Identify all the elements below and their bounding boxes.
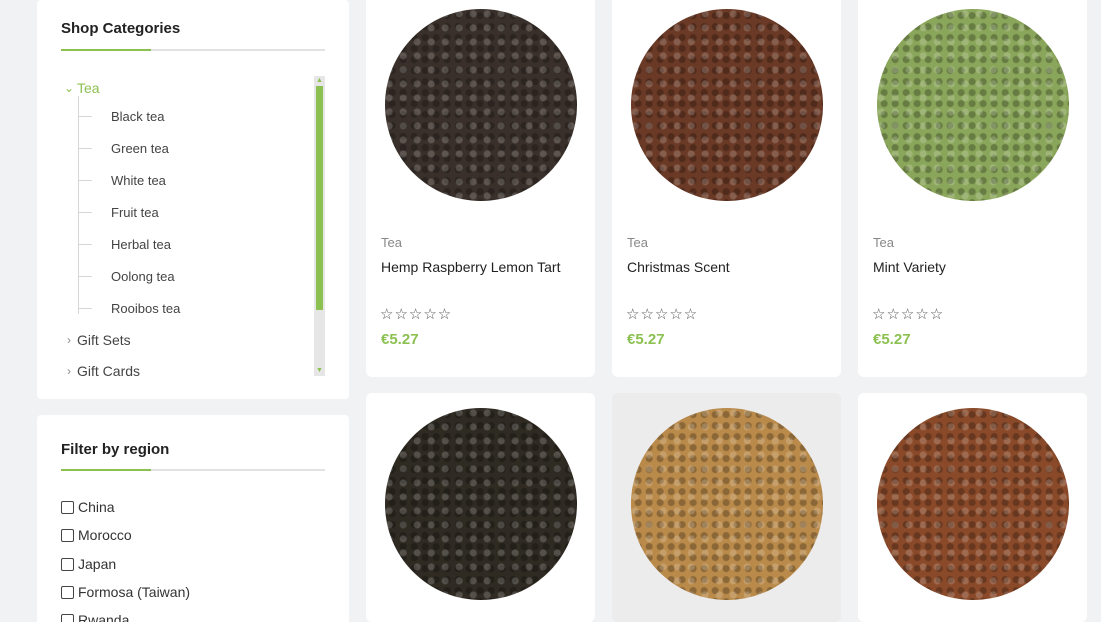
category-tea[interactable]: ⌄ Tea bbox=[61, 80, 100, 96]
product-price: €5.27 bbox=[873, 331, 911, 348]
region-filter-title: Filter by region bbox=[61, 441, 170, 458]
title-accent-bar bbox=[61, 49, 151, 51]
tea-leaf-image bbox=[384, 9, 577, 201]
region-option-china[interactable]: China bbox=[61, 499, 115, 515]
product-name[interactable]: Mint Variety bbox=[873, 259, 946, 275]
product-card[interactable]: Tea Christmas Scent ☆☆☆☆☆ €5.27 bbox=[612, 0, 841, 377]
tea-leaf-image bbox=[876, 408, 1069, 600]
title-divider bbox=[61, 469, 325, 471]
title-divider bbox=[61, 49, 325, 51]
product-name[interactable]: Christmas Scent bbox=[627, 259, 730, 275]
next-column-edge bbox=[1101, 0, 1106, 622]
product-card[interactable]: Tea Hemp Raspberry Lemon Tart ☆☆☆☆☆ €5.2… bbox=[366, 0, 595, 377]
product-card[interactable] bbox=[366, 393, 595, 622]
region-filter-panel: Filter by region China Morocco Japan For… bbox=[37, 415, 349, 622]
tea-leaf-image bbox=[630, 9, 823, 201]
star-rating-icon: ☆☆☆☆☆ bbox=[380, 306, 453, 323]
scroll-down-arrow-icon[interactable]: ▼ bbox=[314, 366, 325, 376]
region-option-japan[interactable]: Japan bbox=[61, 556, 116, 572]
title-accent-bar bbox=[61, 469, 151, 471]
product-image[interactable] bbox=[366, 0, 595, 216]
product-category[interactable]: Tea bbox=[627, 235, 648, 250]
subcategory-green-tea[interactable]: Green tea bbox=[78, 141, 169, 156]
subcategory-fruit-tea[interactable]: Fruit tea bbox=[78, 205, 159, 220]
category-gift-sets[interactable]: › Gift Sets bbox=[61, 332, 131, 348]
product-image[interactable] bbox=[612, 0, 841, 216]
chevron-right-icon: › bbox=[67, 364, 71, 376]
category-gift-cards[interactable]: › Gift Cards bbox=[61, 363, 140, 376]
product-price: €5.27 bbox=[381, 331, 419, 348]
product-card[interactable]: Tea Mint Variety ☆☆☆☆☆ €5.27 bbox=[858, 0, 1087, 377]
product-image[interactable] bbox=[858, 0, 1087, 216]
subcategory-oolong-tea[interactable]: Oolong tea bbox=[78, 269, 175, 284]
product-card[interactable] bbox=[612, 393, 841, 622]
checkbox[interactable] bbox=[61, 585, 74, 599]
subcategory-rooibos-tea[interactable]: Rooibos tea bbox=[78, 301, 180, 316]
category-scrollbar[interactable]: ▲ ▼ bbox=[314, 76, 325, 376]
product-price: €5.27 bbox=[627, 331, 665, 348]
tea-leaf-image bbox=[876, 9, 1069, 201]
scrollbar-thumb[interactable] bbox=[316, 86, 323, 310]
star-rating-icon: ☆☆☆☆☆ bbox=[626, 306, 699, 323]
checkbox[interactable] bbox=[61, 613, 74, 622]
product-category[interactable]: Tea bbox=[873, 235, 894, 250]
product-card[interactable] bbox=[858, 393, 1087, 622]
region-option-rwanda[interactable]: Rwanda bbox=[61, 612, 129, 622]
category-tea-label: Tea bbox=[77, 80, 100, 96]
checkbox[interactable] bbox=[61, 557, 74, 571]
shop-categories-panel: Shop Categories ⌄ Tea Black tea Green te… bbox=[37, 0, 349, 399]
product-image[interactable] bbox=[612, 393, 841, 615]
product-image[interactable] bbox=[858, 393, 1087, 615]
shop-categories-title: Shop Categories bbox=[61, 20, 181, 37]
category-tree: ⌄ Tea Black tea Green tea White tea Frui… bbox=[61, 76, 311, 376]
region-option-formosa[interactable]: Formosa (Taiwan) bbox=[61, 584, 190, 600]
scroll-up-arrow-icon[interactable]: ▲ bbox=[314, 76, 325, 86]
tea-leaf-image bbox=[630, 408, 823, 600]
product-image[interactable] bbox=[366, 393, 595, 615]
star-rating-icon: ☆☆☆☆☆ bbox=[872, 306, 945, 323]
checkbox[interactable] bbox=[61, 528, 74, 542]
checkbox[interactable] bbox=[61, 500, 74, 514]
chevron-right-icon: › bbox=[67, 333, 71, 347]
chevron-down-icon: ⌄ bbox=[63, 81, 75, 95]
tea-leaf-image bbox=[384, 408, 577, 600]
subcategory-black-tea[interactable]: Black tea bbox=[78, 109, 164, 124]
product-category[interactable]: Tea bbox=[381, 235, 402, 250]
product-name[interactable]: Hemp Raspberry Lemon Tart bbox=[381, 259, 560, 275]
region-option-morocco[interactable]: Morocco bbox=[61, 527, 132, 543]
subcategory-herbal-tea[interactable]: Herbal tea bbox=[78, 237, 171, 252]
subcategory-white-tea[interactable]: White tea bbox=[78, 173, 166, 188]
